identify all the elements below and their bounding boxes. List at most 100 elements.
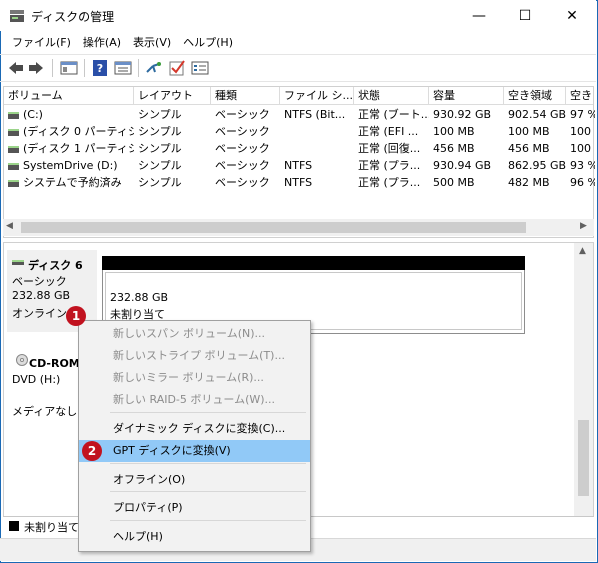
volume-cell-text: シンプル [138, 142, 182, 155]
maximize-button[interactable]: ☐ [502, 0, 548, 31]
menu-separator [110, 412, 306, 413]
column-header-free-space[interactable]: 空き領域 [504, 87, 566, 105]
volume-cell: 正常 (EFI ... [354, 123, 429, 140]
context-menu-item[interactable]: 新しいストライプ ボリューム(T)... [79, 345, 310, 367]
column-header-status[interactable]: 状態 [354, 87, 429, 105]
volume-cell-text: 97 % [570, 108, 595, 121]
menu-file[interactable]: ファイル(F) [6, 34, 77, 50]
menu-action[interactable]: 操作(A) [77, 34, 127, 50]
volume-cell-text: 96 % [570, 176, 595, 189]
step-badge-1: 1 [66, 306, 86, 326]
volume-name[interactable]: (ディスク 1 パーティシ... [4, 140, 134, 157]
volume-cell: 96 % [566, 174, 595, 191]
volume-name[interactable]: システムで予約済み [4, 174, 134, 191]
disk-name: ディスク 6 [28, 259, 83, 272]
cdrom-drive: DVD (H:) [12, 373, 61, 386]
menu-separator [110, 491, 306, 492]
convert-to-gpt-menu-item[interactable]: GPT ディスクに変換(V) [79, 440, 310, 462]
volume-cell-text: シンプル [138, 125, 182, 138]
volume-cell: シンプル [134, 174, 211, 191]
connect-icon[interactable] [145, 60, 163, 76]
context-menu-item[interactable]: 新しいミラー ボリューム(R)... [79, 367, 310, 389]
volume-cell-text: 482 MB [508, 176, 550, 189]
vertical-scroll-thumb[interactable] [578, 420, 589, 496]
volume-cell: 正常 (ブート... [354, 106, 429, 123]
volume-icon [8, 145, 19, 153]
volume-cell-text: 930.94 GB [433, 159, 492, 172]
volume-cell-text: ベーシック [215, 125, 270, 138]
console-tree-icon[interactable] [60, 60, 78, 76]
check-icon[interactable] [168, 60, 186, 76]
volume-icon [8, 179, 19, 187]
toolbar-separator [84, 59, 85, 77]
context-menu-item[interactable]: プロパティ(P) [79, 497, 310, 519]
scroll-left-icon[interactable]: ◀ [6, 221, 13, 231]
disk-management-icon [10, 10, 24, 22]
volume-cell-text: (C:) [23, 108, 43, 121]
minimize-button[interactable]: — [456, 0, 502, 31]
volume-cell: ベーシック [211, 157, 280, 174]
menu-help[interactable]: ヘルプ(H) [177, 34, 239, 50]
volume-name[interactable]: (ディスク 0 パーティシ... [4, 123, 134, 140]
volume-cell-text: 902.54 GB [508, 108, 566, 121]
volume-cell-text: シンプル [138, 176, 182, 189]
volume-cell-text: ベーシック [215, 159, 270, 172]
volume-name[interactable]: (C:) [4, 106, 134, 123]
column-header-capacity[interactable]: 容量 [429, 87, 504, 105]
column-header-type[interactable]: 種類 [211, 87, 280, 105]
volume-cell: 100 % [566, 123, 595, 140]
context-menu-item[interactable]: オフライン(O) [79, 469, 310, 491]
volume-cell-text: シンプル [138, 159, 182, 172]
volume-name[interactable]: SystemDrive (D:) [4, 157, 134, 174]
volume-cell: 456 MB [504, 140, 566, 157]
column-header-free-percent[interactable]: 空き [566, 87, 593, 105]
close-button[interactable]: ✕ [549, 0, 595, 31]
unallocated-partition-header [102, 256, 525, 270]
horizontal-scroll-thumb[interactable] [21, 222, 526, 233]
unallocated-swatch [9, 521, 19, 531]
volume-cell-text: 100 % [570, 142, 595, 155]
view-icon[interactable] [191, 60, 209, 76]
volume-cell [280, 140, 354, 157]
column-header-filesystem[interactable]: ファイル シ... [280, 87, 354, 105]
volume-cell: シンプル [134, 140, 211, 157]
scroll-up-icon[interactable]: ▲ [579, 246, 586, 256]
volume-cell-text: 正常 (ブート... [358, 108, 429, 121]
volume-cell-text: ベーシック [215, 142, 270, 155]
volume-cell: 93 % [566, 157, 595, 174]
volume-cell-text: 100 MB [433, 125, 475, 138]
volume-cell: 456 MB [429, 140, 504, 157]
volume-cell-text: 456 MB [508, 142, 550, 155]
volume-cell-text: 正常 (プラ... [358, 176, 421, 189]
volume-cell: NTFS [280, 174, 354, 191]
column-header-volume[interactable]: ボリューム [4, 87, 134, 105]
properties-icon[interactable] [114, 60, 132, 76]
volume-cell: 正常 (回復... [354, 140, 429, 157]
legend-unallocated: 未割り当て [24, 521, 79, 534]
volume-icon [8, 162, 19, 170]
partition-size: 232.88 GB [110, 291, 169, 304]
context-menu-item[interactable]: ダイナミック ディスクに変換(C)... [79, 418, 310, 440]
column-header-layout[interactable]: レイアウト [134, 87, 211, 105]
volume-cell: シンプル [134, 123, 211, 140]
horizontal-scrollbar[interactable]: ◀ ▶ [3, 219, 594, 236]
title-bar[interactable]: ディスクの管理 — ☐ ✕ [0, 0, 596, 31]
volume-cell-text: 500 MB [433, 176, 475, 189]
volume-cell-text: NTFS [284, 176, 313, 189]
menu-view[interactable]: 表示(V) [127, 34, 177, 50]
volume-cell: 100 MB [429, 123, 504, 140]
volume-cell: 500 MB [429, 174, 504, 191]
volume-cell-text: 100 MB [508, 125, 550, 138]
volume-cell-text: 正常 (EFI ... [358, 125, 419, 138]
help-icon[interactable]: ? [91, 60, 109, 76]
context-menu-item[interactable]: 新しいスパン ボリューム(N)... [79, 323, 310, 345]
volume-cell: シンプル [134, 106, 211, 123]
context-menu-item[interactable]: ヘルプ(H) [79, 526, 310, 548]
volume-cell-text: 正常 (プラ... [358, 159, 421, 172]
volume-cell: ベーシック [211, 106, 280, 123]
context-menu-item[interactable]: 新しい RAID-5 ボリューム(W)... [79, 389, 310, 411]
scroll-right-icon[interactable]: ▶ [580, 221, 587, 231]
back-icon[interactable] [7, 60, 25, 76]
forward-icon[interactable] [27, 60, 45, 76]
volume-cell: 正常 (プラ... [354, 157, 429, 174]
